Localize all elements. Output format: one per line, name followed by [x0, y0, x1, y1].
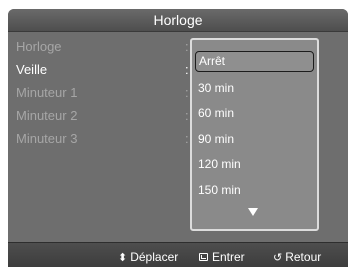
- dropdown-option[interactable]: 90 min: [198, 132, 234, 146]
- menu-item-minuteur-1[interactable]: Minuteur 1: [16, 85, 77, 100]
- hint-enter: Entrer: [199, 250, 245, 264]
- dropdown-option-selected[interactable]: Arrêt: [195, 51, 314, 72]
- hint-back: ↺ Retour: [273, 250, 321, 264]
- scroll-down-arrow-icon[interactable]: [248, 208, 258, 216]
- title-bar: Horloge: [8, 9, 348, 32]
- separator: :: [185, 108, 189, 123]
- footer-hints: ⬍ Déplacer Entrer ↺ Retour: [8, 242, 348, 267]
- dropdown-option[interactable]: 60 min: [198, 106, 234, 120]
- page-title: Horloge: [153, 12, 203, 28]
- sleep-timer-dropdown[interactable]: Arrêt 30 min 60 min 90 min 120 min 150 m…: [190, 38, 319, 231]
- menu-item-horloge[interactable]: Horloge: [16, 39, 62, 54]
- osd-window: Horloge Horloge Veille Minuteur 1 Minute…: [8, 9, 348, 267]
- menu-item-minuteur-2[interactable]: Minuteur 2: [16, 108, 77, 123]
- up-down-arrows-icon: ⬍: [118, 251, 128, 264]
- separator: :: [185, 39, 189, 54]
- dropdown-option[interactable]: 30 min: [198, 81, 234, 95]
- hint-back-label: Retour: [285, 250, 322, 264]
- enter-icon: [199, 253, 208, 261]
- hint-enter-label: Entrer: [212, 250, 245, 264]
- separator: :: [185, 62, 189, 77]
- separator: :: [185, 131, 189, 146]
- menu-item-veille[interactable]: Veille: [16, 62, 47, 77]
- return-icon: ↺: [273, 251, 283, 264]
- dropdown-option[interactable]: 150 min: [198, 183, 241, 197]
- hint-move-label: Déplacer: [130, 250, 179, 264]
- dropdown-option[interactable]: 120 min: [198, 157, 241, 171]
- hint-move: ⬍ Déplacer: [118, 250, 178, 264]
- separator: :: [185, 85, 189, 100]
- menu-item-minuteur-3[interactable]: Minuteur 3: [16, 131, 77, 146]
